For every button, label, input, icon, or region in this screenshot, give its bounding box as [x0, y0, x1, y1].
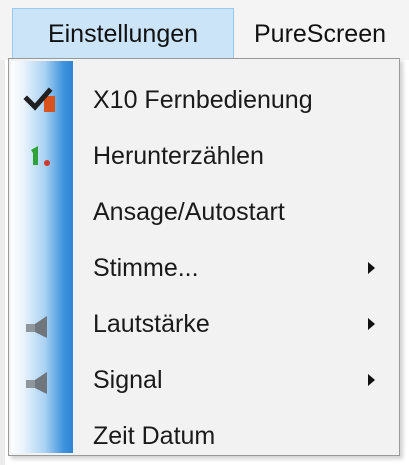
- menu-bar: Einstellungen PureScreen: [0, 0, 409, 60]
- menu-item-stimme[interactable]: Stimme...: [11, 241, 397, 295]
- menu-item-zeit-datum[interactable]: Zeit Datum: [11, 409, 397, 463]
- menu-item-label: Ansage/Autostart: [93, 197, 285, 226]
- speaker-icon: [11, 353, 73, 407]
- countdown-icon: [11, 129, 73, 183]
- menu-purescreen-label: PureScreen: [254, 19, 387, 48]
- einstellungen-dropdown: X10 Fernbedienung Herunterzählen Ansage/…: [8, 58, 400, 456]
- menu-item-lautstaerke[interactable]: Lautstärke: [11, 297, 397, 351]
- menu-item-label: Zeit Datum: [93, 421, 216, 450]
- menu-einstellungen-label: Einstellungen: [47, 20, 199, 48]
- submenu-arrow-icon: [368, 374, 375, 386]
- menu-item-label: Signal: [93, 365, 163, 394]
- menu-item-x10-fernbedienung[interactable]: X10 Fernbedienung: [11, 73, 397, 127]
- speaker-icon: [11, 297, 73, 351]
- menu-item-label: Lautstärke: [93, 309, 210, 338]
- menu-item-label: Stimme...: [93, 253, 199, 282]
- menu-item-label: Herunterzählen: [93, 141, 264, 170]
- menu-item-ansage-autostart[interactable]: Ansage/Autostart: [11, 185, 397, 239]
- menu-purescreen[interactable]: PureScreen: [252, 8, 409, 60]
- submenu-arrow-icon: [368, 262, 375, 274]
- submenu-arrow-icon: [368, 318, 375, 330]
- menu-item-signal[interactable]: Signal: [11, 353, 397, 407]
- menu-item-herunterzaehlen[interactable]: Herunterzählen: [11, 129, 397, 183]
- menu-einstellungen[interactable]: Einstellungen: [12, 8, 234, 60]
- checkmark-icon: [11, 73, 73, 127]
- window-left-edge: [0, 60, 5, 465]
- menu-item-label: X10 Fernbedienung: [93, 85, 313, 114]
